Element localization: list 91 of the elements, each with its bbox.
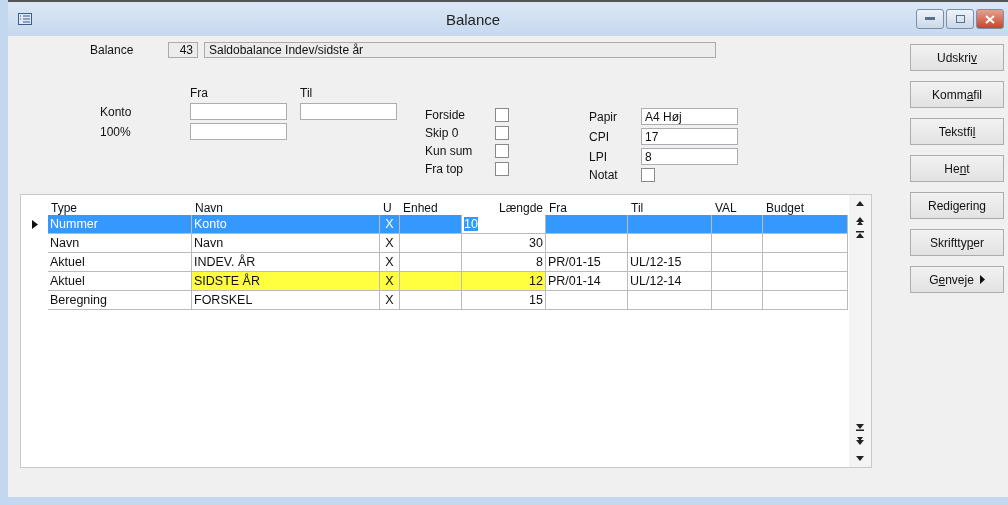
table-cell <box>712 291 763 310</box>
table-cell: Navn <box>192 234 380 253</box>
table-cell: X <box>380 253 400 272</box>
column-header[interactable]: Budget <box>763 201 848 215</box>
table-cell: 30 <box>462 234 546 253</box>
table-cell: Aktuel <box>48 253 192 272</box>
table-cell <box>400 272 462 291</box>
action-button[interactable]: Genveje <box>910 266 1004 293</box>
option-checkbox[interactable] <box>495 108 509 122</box>
print-label: CPI <box>589 129 610 144</box>
table-cell: 15 <box>462 291 546 310</box>
scroll-end-down-icon[interactable] <box>855 421 865 431</box>
table-cell: UL/12-15 <box>628 253 712 272</box>
table-cell <box>400 234 462 253</box>
scroll-down-icon[interactable] <box>855 453 865 463</box>
column-header[interactable]: Navn <box>192 201 380 215</box>
table-cell <box>712 215 763 234</box>
range-input[interactable] <box>190 103 287 120</box>
table-cell <box>400 215 462 234</box>
print-label: LPI <box>589 149 608 164</box>
table-cell <box>400 253 462 272</box>
table-cell: Nummer <box>48 215 192 234</box>
table-cell: Aktuel <box>48 272 192 291</box>
table-cell: X <box>380 272 400 291</box>
option-label: Kun sum <box>425 144 474 158</box>
scroll-page-down-icon[interactable] <box>855 437 865 447</box>
action-button[interactable]: Udskriv <box>910 44 1004 71</box>
table-cell <box>712 272 763 291</box>
balance-number: 43 <box>168 42 198 58</box>
column-header[interactable]: Længde <box>462 201 546 215</box>
maximize-button[interactable] <box>946 9 974 29</box>
table-cell: X <box>380 215 400 234</box>
table-cell: SIDSTE ÅR <box>192 272 380 291</box>
table-cell: Beregning <box>48 291 192 310</box>
option-label: Skip 0 <box>425 126 460 140</box>
print-label: Papir <box>589 109 618 124</box>
minimize-icon <box>925 17 935 21</box>
row-pointer-icon <box>31 220 38 229</box>
table-cell: UL/12-14 <box>628 272 712 291</box>
table-cell: 12 <box>462 272 546 291</box>
range-input[interactable] <box>190 123 287 140</box>
range-input[interactable] <box>300 103 397 120</box>
close-icon <box>985 14 995 24</box>
table-cell: FORSKEL <box>192 291 380 310</box>
column-header[interactable]: Type <box>48 201 192 215</box>
table-cell: 8 <box>462 253 546 272</box>
balance-description: Saldobalance Indev/sidste år <box>204 42 716 58</box>
action-button[interactable]: Redigering <box>910 192 1004 219</box>
option-checkbox[interactable] <box>495 144 509 158</box>
print-input[interactable]: 17 <box>641 128 738 145</box>
window-title: Balance <box>444 10 502 28</box>
print-label: Notat <box>589 168 619 182</box>
minimize-button[interactable] <box>916 9 944 29</box>
maximize-icon <box>955 15 965 23</box>
scroll-end-up-icon[interactable] <box>855 231 865 241</box>
from-label: Fra <box>190 86 209 100</box>
column-header[interactable]: U <box>380 201 400 215</box>
table-cell <box>400 291 462 310</box>
print-input[interactable]: 8 <box>641 148 738 165</box>
option-label: Forside <box>425 108 466 122</box>
option-label: Fra top <box>425 162 464 176</box>
app-icon <box>18 13 32 25</box>
balance-label: Balance <box>90 43 135 57</box>
action-button[interactable]: Hent <box>910 155 1004 182</box>
table-cell: Navn <box>48 234 192 253</box>
table-cell: X <box>380 291 400 310</box>
column-header[interactable]: VAL <box>712 201 763 215</box>
column-header[interactable]: Fra <box>546 201 628 215</box>
table-cell: PR/01-15 <box>546 253 628 272</box>
table-cell <box>712 234 763 253</box>
option-checkbox[interactable] <box>495 126 509 140</box>
to-label: Til <box>300 86 313 100</box>
table-cell: INDEV. ÅR <box>192 253 380 272</box>
range-label: 100% <box>100 124 132 139</box>
table-cell: 10 <box>462 215 546 234</box>
scroll-up-icon[interactable] <box>855 199 865 209</box>
action-button[interactable]: Skrifttyper <box>910 229 1004 256</box>
table-cell: X <box>380 234 400 253</box>
scroll-page-up-icon[interactable] <box>855 215 865 225</box>
table-cell: Konto <box>192 215 380 234</box>
print-input[interactable]: A4 Høj <box>641 108 738 125</box>
column-header[interactable]: Til <box>628 201 712 215</box>
option-checkbox[interactable] <box>495 162 509 176</box>
print-checkbox[interactable] <box>641 168 655 182</box>
range-label: Konto <box>100 104 133 119</box>
action-button[interactable]: Kommafil <box>910 81 1004 108</box>
table-cell <box>712 253 763 272</box>
column-header[interactable]: Enhed <box>400 201 462 215</box>
action-button[interactable]: Tekstfil <box>910 118 1004 145</box>
table-cell: PR/01-14 <box>546 272 628 291</box>
close-button[interactable] <box>976 9 1004 29</box>
